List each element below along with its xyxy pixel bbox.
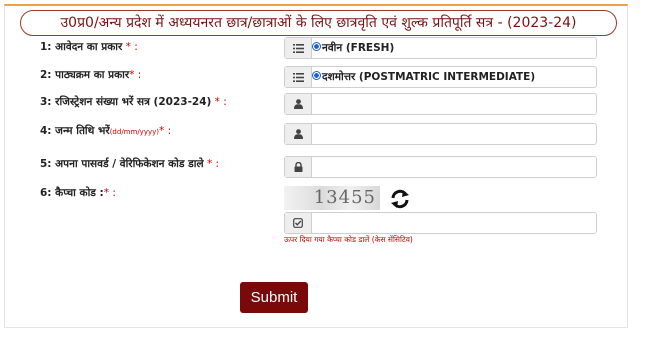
radio-selected[interactable] <box>312 41 321 51</box>
list-icon <box>285 38 312 58</box>
course-type-label-text: 2: पाठ्यक्रम का प्रकार <box>40 69 130 81</box>
dob-label: 4: जन्म तिथि भरें(dd/mm/yyyy)* : <box>40 124 171 138</box>
password-input[interactable] <box>312 157 602 177</box>
page-title: उ0प्र0/अन्य प्रदेश में अध्ययनरत छात्र/छा… <box>20 10 617 36</box>
registration-label-text: 3: रजिस्ट्रेशन संख्या भरें सत्र (2023-24… <box>40 96 212 108</box>
password-label-text: 5: अपना पासवर्ड / वेरिफिकेशन कोड डाले <box>40 158 204 170</box>
required-mark: * : <box>103 187 116 199</box>
captcha-hint: ऊपर दिया गया कैप्चा कोड डालें (केस सेंसि… <box>284 235 413 244</box>
registration-field <box>284 93 602 115</box>
required-mark: * : <box>211 96 227 108</box>
lock-icon <box>285 157 312 177</box>
course-type-field[interactable]: दशमोत्तर (POSTMATRIC INTERMEDIATE) <box>284 66 597 88</box>
captcha-image: 13455 <box>284 186 380 210</box>
captcha-input[interactable] <box>312 213 602 233</box>
user-icon <box>285 94 312 114</box>
radio-selected[interactable] <box>312 70 321 80</box>
registration-label: 3: रजिस्ट्रेशन संख्या भरें सत्र (2023-24… <box>40 95 227 109</box>
dob-format-hint: (dd/mm/yyyy) <box>109 128 159 136</box>
registration-input[interactable] <box>312 94 602 114</box>
required-mark: * : <box>203 158 220 170</box>
required-mark: * : <box>122 41 138 53</box>
dob-field <box>284 123 602 145</box>
captcha-label-text: 6: कैप्चा कोड : <box>40 187 104 199</box>
refresh-icon[interactable] <box>388 187 412 211</box>
captcha-field <box>284 212 602 234</box>
user-icon <box>285 124 312 144</box>
course-type-label: 2: पाठ्यक्रम का प्रकार* : <box>40 68 141 82</box>
password-label: 5: अपना पासवर्ड / वेरिफिकेशन कोड डाले * … <box>40 157 219 171</box>
list-icon <box>285 67 312 87</box>
course-type-option[interactable]: दशमोत्तर (POSTMATRIC INTERMEDIATE) <box>312 67 535 87</box>
application-type-option[interactable]: नवीन (FRESH) <box>312 38 394 58</box>
application-type-value: नवीन (FRESH) <box>322 42 395 54</box>
application-type-label-text: 1: आवेदन का प्रकार <box>40 41 123 53</box>
captcha-label: 6: कैप्चा कोड :* : <box>40 186 116 200</box>
check-square-icon <box>285 213 312 233</box>
dob-label-text: 4: जन्म तिथि भरें <box>40 125 110 137</box>
dob-input[interactable] <box>312 124 602 144</box>
required-mark: * : <box>158 125 172 137</box>
application-type-field[interactable]: नवीन (FRESH) <box>284 37 597 59</box>
password-field <box>284 156 602 178</box>
required-mark: * : <box>129 69 142 81</box>
submit-button[interactable]: Submit <box>240 282 308 313</box>
application-type-label: 1: आवेदन का प्रकार * : <box>40 40 138 54</box>
course-type-value: दशमोत्तर (POSTMATRIC INTERMEDIATE) <box>322 71 536 83</box>
